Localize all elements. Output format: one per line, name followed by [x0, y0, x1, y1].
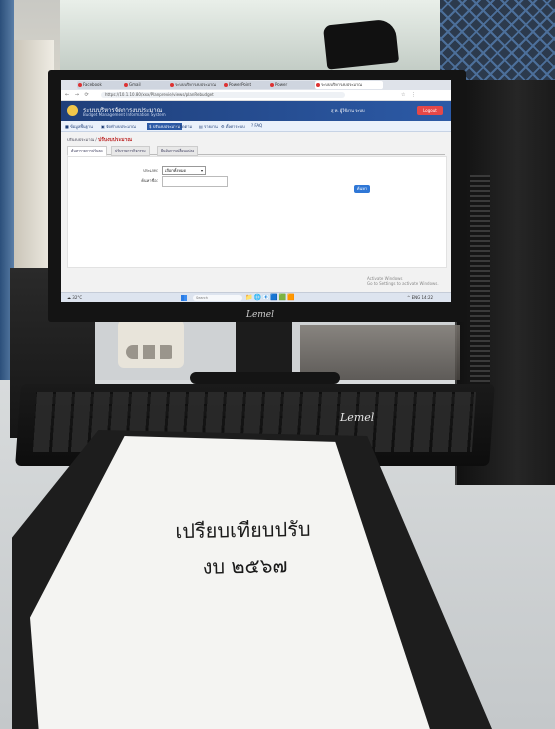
tab-favicon-icon [316, 83, 320, 87]
browser-tab[interactable]: ระบบบริหารงบประมาณ [169, 81, 225, 89]
tab-favicon-icon [170, 83, 174, 87]
search-input[interactable] [162, 176, 228, 187]
tab-favicon-icon [78, 83, 82, 87]
main-menu: ■ ข้อมูลพื้นฐาน ▣ จัดทำงบประมาณ $ ปรับงบ… [61, 121, 451, 132]
breadcrumb: ปรับงบประมาณ / ปรับงบประมาณ [67, 136, 132, 144]
keyboard-brand-logo: Lemel [340, 411, 375, 424]
browser-tab-active[interactable]: ระบบบริหารงบประมาณ [315, 81, 383, 89]
app-header: ระบบบริหารจัดการงบประมาณ Budget Manageme… [61, 101, 451, 121]
search-label: ค้นหาชื่อ: [141, 178, 158, 183]
monitor-stand-base [190, 372, 340, 384]
tab-label: Power [275, 82, 288, 87]
tab-label: PowerPoint [229, 82, 252, 87]
webcam [322, 18, 400, 70]
breadcrumb-current: ปรับงบประมาณ [98, 137, 132, 143]
logout-button[interactable]: Logout [417, 106, 443, 115]
browser-nav-buttons[interactable]: ← → ⟳ [65, 92, 91, 98]
tab-favicon-icon [124, 83, 128, 87]
desk-device-buttons [126, 345, 176, 359]
tab-favicon-icon [270, 83, 274, 87]
activate-windows-hint: Go to Settings to activate Windows. [367, 281, 439, 286]
tab-confirm-changes[interactable]: ยืนยันการเปลี่ยนแปลง [157, 146, 199, 156]
monitor-brand-logo: Lemel [245, 310, 275, 320]
browser-tab-bar: Facebook Gmail ระบบบริหารงบประมาณ PowerP… [61, 80, 451, 90]
menu-item-faq[interactable]: ? FAQ [251, 123, 262, 128]
browser-toolbar-icons[interactable]: ☆ ⋮ [401, 92, 418, 98]
chevron-down-icon: ▾ [200, 168, 203, 173]
taskbar-search[interactable]: Search [193, 295, 242, 301]
browser-tab[interactable]: Power [269, 81, 317, 89]
app-logo-icon [67, 105, 78, 116]
tab-favicon-icon [224, 83, 228, 87]
monitor-screen: Facebook Gmail ระบบบริหารงบประมาณ PowerP… [61, 80, 451, 302]
tab-search-items[interactable]: ค้นหารายการปรับลด [67, 146, 107, 156]
tab-label: Facebook [83, 82, 102, 87]
sub-tab-bar: ค้นหารายการปรับลด ปรับรายการกิจกรรม ยืนย… [67, 146, 445, 156]
windows-start-icon[interactable] [181, 295, 187, 301]
search-button[interactable]: ค้นหา [354, 185, 370, 193]
tab-label: Gmail [129, 82, 141, 87]
tab-label: ระบบบริหารงบประมาณ [321, 82, 363, 87]
user-info: สุ ท. ผู้ใช้งาน ระบบ [331, 108, 365, 113]
taskbar-app-icons[interactable]: 📁🌐📧🟦🟩🟧 [245, 294, 296, 301]
type-select[interactable]: เลือกทั้งหมด ▾ [162, 166, 206, 175]
browser-address-bar: ← → ⟳ https://10.1.10.80/xxx/Planprevie/… [61, 90, 451, 101]
url-field[interactable]: https://10.1.10.80/xxx/Planprevie/views/… [101, 92, 345, 98]
pc-tower-vents [470, 175, 490, 405]
desk-phone-device [118, 320, 184, 368]
type-label: ประเภท: [143, 168, 158, 173]
windows-taskbar: ☁ 32°C Search 📁🌐📧🟦🟩🟧 ^ ENG 14:22 [61, 292, 451, 302]
tab-adjust-activities[interactable]: ปรับรายการกิจกรรม [111, 146, 150, 156]
menu-item-reports[interactable]: ▤ รายงาน [199, 123, 218, 130]
paper-heading-line1: เปรียบเทียบปรับ [175, 516, 311, 544]
menu-item-tracking[interactable]: Q ติดตาม [175, 123, 192, 130]
menu-item-budget-prep[interactable]: ▣ จัดทำงบประมาณ [101, 123, 136, 130]
browser-tab[interactable]: PowerPoint [223, 81, 271, 89]
tab-label: ระบบบริหารงบประมาณ [175, 82, 217, 87]
search-panel: ประเภท: เลือกทั้งหมด ▾ ค้นหาชื่อ: ค้นหา [67, 156, 447, 268]
weather-widget[interactable]: ☁ 32°C [67, 295, 82, 300]
menu-item-master-data[interactable]: ■ ข้อมูลพื้นฐาน [65, 123, 93, 130]
paper-heading-line2: งบ ๒๕๖๗ [202, 553, 288, 579]
browser-tab[interactable]: Facebook [77, 81, 125, 89]
menu-item-settings[interactable]: ⚙ ตั้งค่าระบบ [221, 123, 245, 130]
breadcrumb-prefix[interactable]: ปรับงบประมาณ / [67, 137, 97, 142]
app-subtitle: Budget Management Information System [83, 112, 166, 117]
system-tray[interactable]: ^ ENG 14:22 [407, 295, 433, 300]
type-select-value: เลือกทั้งหมด [165, 168, 187, 173]
activate-windows-notice: Activate Windows Go to Settings to activ… [367, 276, 439, 286]
browser-tab[interactable]: Gmail [123, 81, 171, 89]
